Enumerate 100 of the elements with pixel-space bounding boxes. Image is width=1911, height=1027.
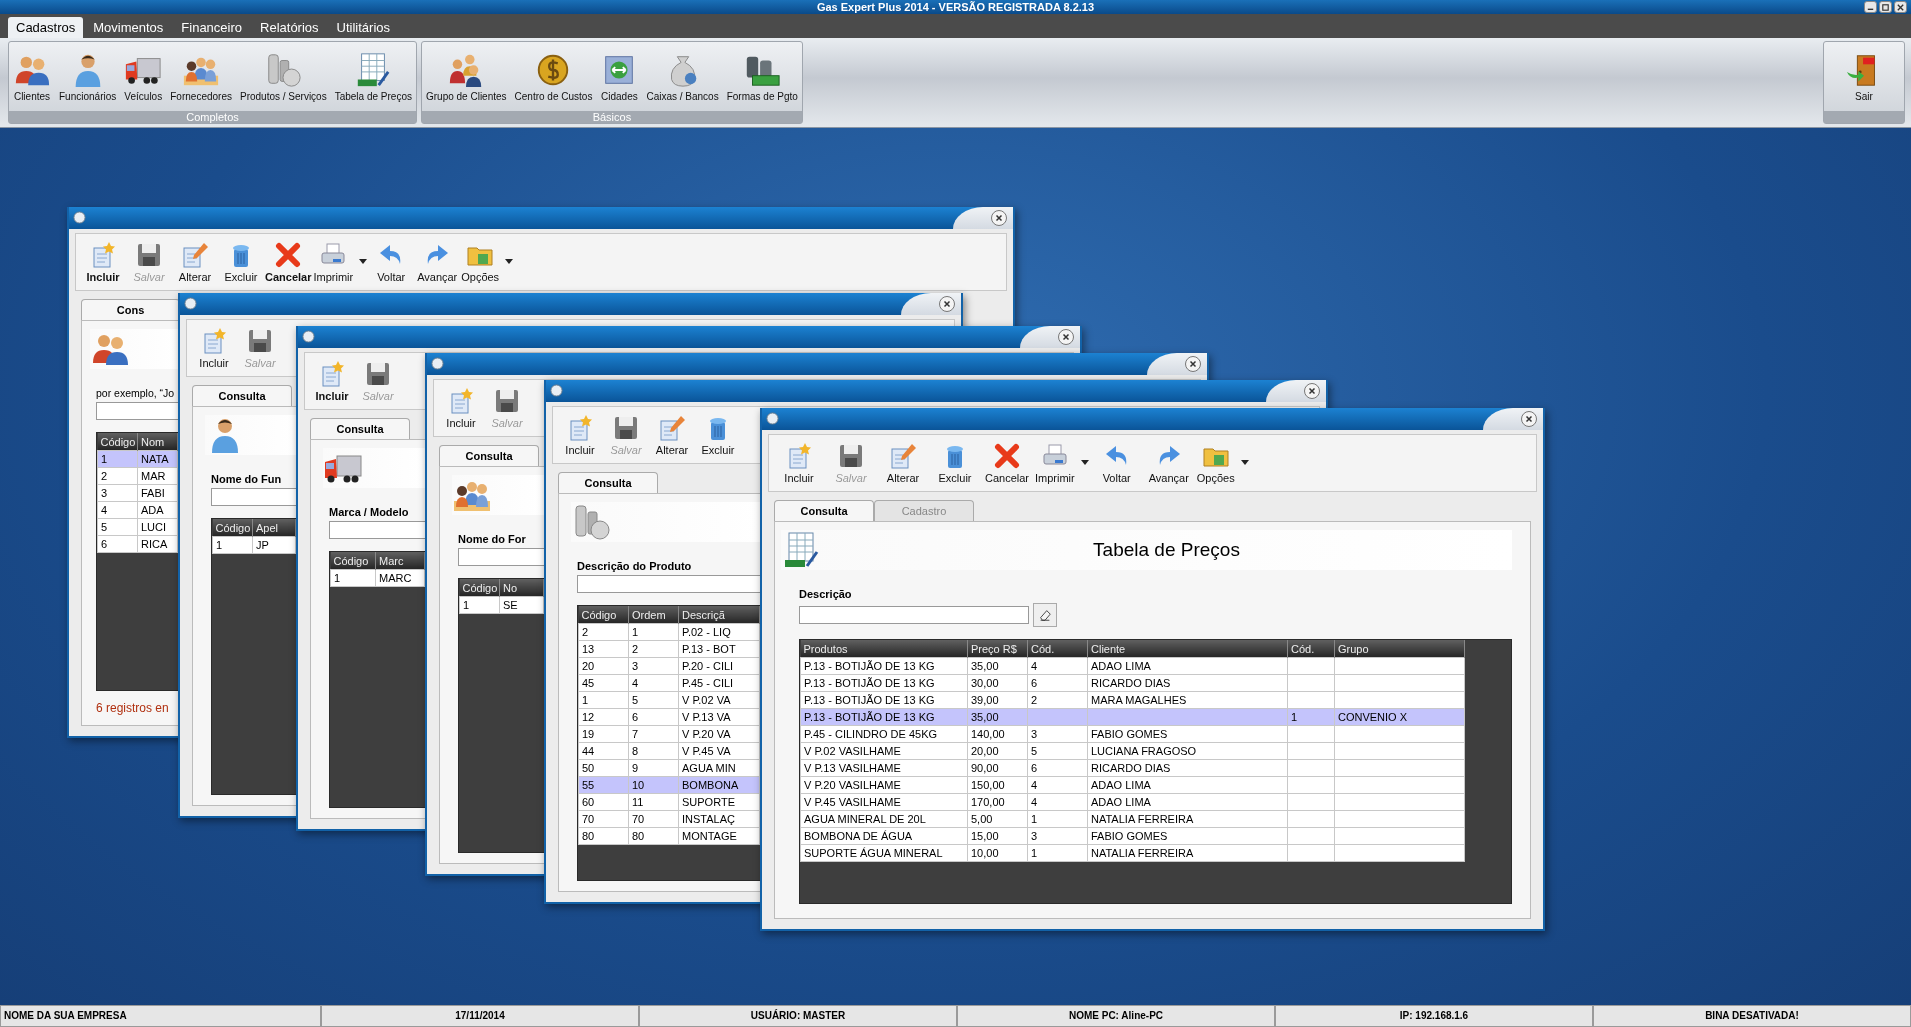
ribbon-button[interactable]: Cidades <box>596 51 643 102</box>
toolbar-button[interactable]: Imprimir <box>1033 442 1091 484</box>
toolbar-button[interactable]: Alterar <box>172 241 218 283</box>
ribbon-button[interactable]: Fornecedores <box>166 51 236 102</box>
toolbar-button[interactable]: Voltar <box>1090 442 1143 484</box>
toolbar-button[interactable]: Avançar <box>414 241 461 283</box>
menu-tab[interactable]: Movimentos <box>85 17 172 38</box>
search-field[interactable] <box>577 575 761 593</box>
ribbon-button[interactable]: Funcionários <box>55 51 121 102</box>
tab[interactable]: Consulta <box>774 500 874 521</box>
toolbar-button[interactable]: Incluir <box>438 387 484 429</box>
column-header[interactable]: Cód. <box>1027 640 1088 658</box>
close-icon <box>994 213 1004 223</box>
status-cell: USUÁRIO: MASTER <box>639 1005 957 1027</box>
toolbar-button[interactable]: Cancelar <box>264 241 313 283</box>
close-button[interactable] <box>1894 1 1907 13</box>
toolbar-button[interactable]: Incluir <box>191 327 237 369</box>
toolbar-button[interactable]: Incluir <box>309 360 355 402</box>
search-field[interactable] <box>458 548 545 566</box>
menu-tab[interactable]: Cadastros <box>8 17 84 38</box>
table-cell: 1 <box>97 450 138 468</box>
search-field[interactable] <box>96 402 179 420</box>
tab[interactable]: Consulta <box>310 418 410 439</box>
ribbon-button[interactable]: Produtos / Serviços <box>235 51 331 102</box>
toolbar-button[interactable]: Voltar <box>368 241 415 283</box>
maximize-button[interactable] <box>1879 1 1892 13</box>
ribbon-button[interactable]: Formas de Pgto <box>722 51 802 102</box>
toolbar-button[interactable]: Opções <box>1194 442 1251 484</box>
cross-icon <box>993 442 1021 470</box>
toolbar-button[interactable]: Alterar <box>877 442 929 484</box>
column-header[interactable]: Código <box>459 579 500 597</box>
column-header[interactable]: Produtos <box>800 640 968 658</box>
column-header[interactable]: Cliente <box>1087 640 1288 658</box>
toolbar-button[interactable]: Excluir <box>695 414 741 456</box>
column-header[interactable]: Código <box>97 433 138 451</box>
table-cell: JP <box>252 536 296 554</box>
table-cell: MARC <box>375 569 425 587</box>
status-cell: IP: 192.168.1.6 <box>1275 1005 1593 1027</box>
field-label: Nome do Fun <box>211 473 283 485</box>
toolbar-button[interactable]: Excluir <box>218 241 264 283</box>
column-header[interactable]: Código <box>330 552 376 570</box>
table-cell: ADAO LIMA <box>1087 657 1288 675</box>
table-cell: P.13 - BOTIJÃO DE 13 KG <box>800 657 968 675</box>
table-cell: 1 <box>459 596 500 614</box>
tab[interactable]: Consulta <box>192 385 292 406</box>
table-cell: SE <box>499 596 544 614</box>
clear-button[interactable] <box>1033 603 1057 627</box>
menu-tab[interactable]: Relatórios <box>252 17 327 38</box>
toolbar-button[interactable]: Imprimir <box>312 241 369 283</box>
toolbar-button[interactable]: Incluir <box>80 241 126 283</box>
toolbar-button[interactable]: Excluir <box>929 442 981 484</box>
ribbon-button[interactable]: Caixas / Bancos <box>642 51 723 102</box>
status-cell: NOME PC: Aline-PC <box>957 1005 1275 1027</box>
document-pencil-icon <box>181 241 209 269</box>
search-field[interactable] <box>329 521 426 539</box>
column-header[interactable]: Código <box>578 606 629 624</box>
status-cell: 17/11/2014 <box>321 1005 639 1027</box>
minimize-button[interactable] <box>1864 1 1877 13</box>
ribbon-button[interactable]: Veículos <box>120 51 167 102</box>
menu-tab[interactable]: Financeiro <box>173 17 251 38</box>
ribbon-button[interactable]: Grupo de Clientes <box>421 51 511 102</box>
close-icon <box>942 299 952 309</box>
table-cell: P.02 - LIQ <box>678 623 760 641</box>
ribbon-button[interactable]: Clientes <box>9 51 55 102</box>
toolbar-button[interactable]: Avançar <box>1142 442 1195 484</box>
column-header[interactable]: Código <box>212 519 253 537</box>
tab[interactable]: Consulta <box>439 445 539 466</box>
field-label: Descrição <box>799 588 853 600</box>
table-cell: 4 <box>1027 657 1088 675</box>
column-header[interactable]: Descriçã <box>678 606 760 624</box>
window-knob-icon <box>184 297 197 310</box>
column-header[interactable]: Cód. <box>1287 640 1335 658</box>
column-header[interactable]: Preço R$ <box>967 640 1028 658</box>
panel-title: Tabela de Preços <box>1092 539 1241 561</box>
window-knob-icon <box>73 211 86 224</box>
toolbar-button[interactable]: Incluir <box>557 414 603 456</box>
column-header[interactable]: Marc <box>375 552 425 570</box>
column-header[interactable]: Ordem <box>628 606 679 624</box>
search-field[interactable] <box>211 488 297 506</box>
tab[interactable]: Consulta <box>558 472 658 493</box>
ribbon-button[interactable]: Tabela de Preços <box>330 51 416 102</box>
column-header[interactable]: Nom <box>137 433 178 451</box>
menu-tab[interactable]: Utilitários <box>328 17 399 38</box>
record-count: 6 registros en <box>96 701 170 715</box>
toolbar-button[interactable]: Cancelar <box>981 442 1033 484</box>
column-header[interactable]: Apel <box>252 519 296 537</box>
column-header[interactable]: Grupo <box>1334 640 1465 658</box>
search-field[interactable] <box>799 606 1029 624</box>
exit-button[interactable]: Sair <box>1824 51 1904 102</box>
column-header[interactable]: No <box>499 579 544 597</box>
toolbar-button[interactable]: Incluir <box>773 442 825 484</box>
table-cell: 1 <box>628 623 679 641</box>
tab[interactable]: Cons <box>81 299 180 320</box>
maximize-icon <box>1881 2 1890 12</box>
status-cell: NOME DA SUA EMPRESA <box>0 1005 321 1027</box>
status-cell: BINA DESATIVADA! <box>1593 1005 1911 1027</box>
toolbar-button[interactable]: Alterar <box>649 414 695 456</box>
toolbar-button[interactable]: Opções <box>460 241 515 283</box>
field-label: por exemplo, “Jo <box>96 387 176 399</box>
ribbon-button[interactable]: Centro de Custos <box>510 51 597 102</box>
